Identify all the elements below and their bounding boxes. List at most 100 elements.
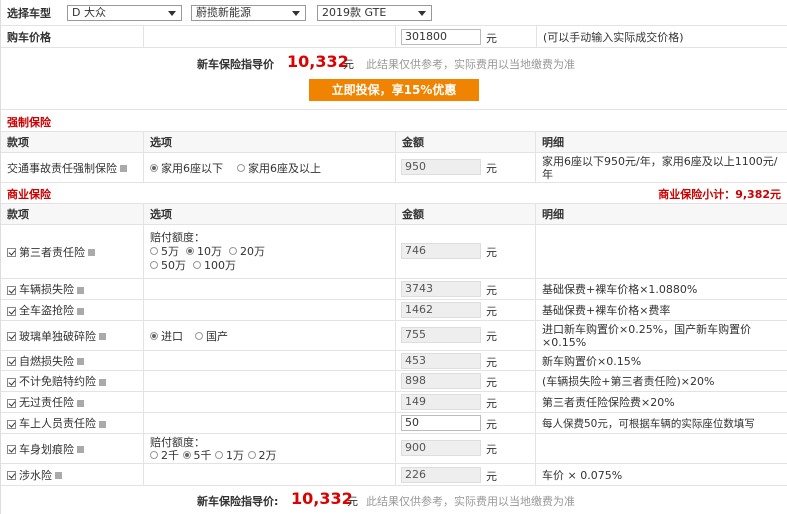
unit: 元 <box>486 356 497 369</box>
unit: 元 <box>486 443 497 456</box>
table-row: 玻璃单独破碎险 进口 国产 755 元 进口新车购置价×0.25%，国产新车购置价×… <box>1 321 787 351</box>
help-icon[interactable] <box>99 378 106 386</box>
opt-label: 5万 <box>161 244 179 258</box>
item-detail: (车辆损失险+第三者责任险)×20% <box>542 375 715 388</box>
third-party-options: 赔付额度： 5万 10万 20万 50万 100万 <box>144 225 396 278</box>
radio-5k[interactable] <box>182 450 191 459</box>
compulsory-options: 家用6座以下 家用6座及以上 <box>144 153 396 182</box>
checkbox[interactable] <box>7 357 16 366</box>
item-detail: 第三者责任险保险费×20% <box>542 396 675 409</box>
insurance-calculator: 选择车型 D 大众 蔚揽新能源 2019款 GTE 购车价格 301800 元 … <box>0 0 787 514</box>
unit: 元 <box>486 162 497 175</box>
help-icon[interactable] <box>77 358 84 365</box>
checkbox[interactable] <box>7 377 16 387</box>
option-cell <box>144 464 396 485</box>
radio-import[interactable] <box>150 331 158 340</box>
radio-5w[interactable] <box>150 246 158 255</box>
item-detail: 每人保费50元，可根据车辆的实际座位数填写 <box>542 417 755 430</box>
radio-20w[interactable] <box>229 246 237 255</box>
col-detail: 明细 <box>542 208 564 221</box>
item-name: 自燃损失险 <box>19 354 74 368</box>
radio-under6[interactable] <box>150 163 158 172</box>
help-icon[interactable] <box>77 446 84 453</box>
summary-bottom: 新车保险指导价: 10,332 元 此结果仅供参考，实际费用以当地缴费为准 <box>1 486 787 513</box>
help-icon[interactable] <box>99 333 106 340</box>
checkbox[interactable] <box>7 306 16 316</box>
model-select[interactable]: 2019款 GTE <box>317 5 432 21</box>
series-select[interactable]: 蔚揽新能源 <box>191 5 306 21</box>
opt-label: 100万 <box>204 258 236 272</box>
opt-label: 50万 <box>161 258 186 272</box>
unit: 元 <box>486 376 497 389</box>
buy-insurance-button[interactable]: 立即投保，享15%优惠 <box>309 79 479 101</box>
table-row: 全车盗抢险 1462 元 基础保费+裸车价格×费率 <box>1 300 787 321</box>
radio-over6[interactable] <box>237 163 245 172</box>
option-cell <box>144 413 396 433</box>
unit: 元 <box>486 246 497 259</box>
opt-label: 20万 <box>240 244 265 258</box>
item-name-cell: 车身划痕险 <box>1 434 144 463</box>
item-name-cell: 无过责任险 <box>1 392 144 412</box>
checkbox[interactable] <box>7 285 16 295</box>
item-amount: 149 <box>401 394 481 410</box>
help-icon[interactable] <box>99 420 106 428</box>
help-icon[interactable] <box>77 399 84 407</box>
item-name-cell: 自燃损失险 <box>1 351 144 370</box>
checkbox[interactable] <box>7 398 16 408</box>
help-icon[interactable] <box>120 165 127 172</box>
unit: 元 <box>486 284 497 297</box>
checkbox[interactable] <box>7 248 16 257</box>
table-row: 车辆损失险 3743 元 基础保费+裸车价格×1.0880% <box>1 279 787 300</box>
checkbox[interactable] <box>7 332 16 341</box>
unit: 元 <box>486 470 497 483</box>
item-detail: 进口新车购置价×0.25%，国产新车购置价×0.15% <box>542 322 752 349</box>
item-detail: 车价 × 0.075% <box>542 468 623 482</box>
amount-cell: 149 元 <box>396 392 536 412</box>
car-select-row: 选择车型 D 大众 蔚揽新能源 2019款 GTE <box>1 0 787 26</box>
radio-10k[interactable] <box>215 450 223 459</box>
compulsory-detail: 家用6座以下950元/年，家用6座及以上1100元/年 <box>542 154 778 181</box>
scratch-options: 赔付额度： 2千 5千 1万 2万 <box>144 434 396 463</box>
col-amount: 金额 <box>396 204 536 224</box>
item-name: 无过责任险 <box>19 396 74 409</box>
item-detail: 基础保费+裸车价格×费率 <box>542 304 671 317</box>
help-icon[interactable] <box>77 307 84 315</box>
help-icon[interactable] <box>55 472 62 479</box>
checkbox[interactable] <box>7 419 16 429</box>
item-name: 第三者责任险 <box>19 245 85 259</box>
unit: 元 <box>486 418 497 431</box>
opt-label: 10万 <box>197 244 222 258</box>
radio-100w[interactable] <box>193 260 201 269</box>
price-input[interactable]: 301800 <box>401 29 481 45</box>
checkbox[interactable] <box>7 445 16 454</box>
table-row: 不计免赔特约险 898 元 (车辆损失险+第三者责任险)×20% <box>1 371 787 392</box>
radio-domestic[interactable] <box>195 331 203 340</box>
option-cell <box>144 279 396 299</box>
brand-select[interactable]: D 大众 <box>67 5 182 21</box>
opt-label: 2万 <box>258 448 277 462</box>
help-icon[interactable] <box>88 249 95 256</box>
item-name-cell: 玻璃单独破碎险 <box>1 321 144 350</box>
item-amount: 453 <box>401 353 481 369</box>
commercial-header-row: 款项 选项 金额 明细 <box>1 204 787 225</box>
radio-10w[interactable] <box>186 246 194 255</box>
option-cell <box>144 371 396 391</box>
item-amount: 898 <box>401 373 481 389</box>
item-name-cell: 车上人员责任险 <box>1 413 144 433</box>
radio-20k[interactable] <box>247 450 256 459</box>
compulsory-amount-cell: 950 元 <box>396 153 536 182</box>
radio-50w[interactable] <box>150 260 158 269</box>
compulsory-amount: 950 <box>401 159 481 175</box>
series-value: 蔚揽新能源 <box>196 6 251 19</box>
guide-price-unit: 元 <box>347 495 358 508</box>
seat-amount-input[interactable]: 50 <box>401 415 481 431</box>
price-row: 购车价格 301800 元 (可以手动输入实际成交价格) <box>1 26 787 48</box>
table-row: 第三者责任险 赔付额度： 5万 10万 20万 50万 100万 746 元 <box>1 225 787 279</box>
amount-cell: 3743 元 <box>396 279 536 299</box>
price-label: 购车价格 <box>1 26 144 47</box>
checkbox[interactable] <box>7 471 16 480</box>
price-unit: 元 <box>486 32 497 45</box>
help-icon[interactable] <box>77 286 84 294</box>
radio-2k[interactable] <box>150 450 158 459</box>
commercial-title: 商业保险 <box>7 188 51 201</box>
